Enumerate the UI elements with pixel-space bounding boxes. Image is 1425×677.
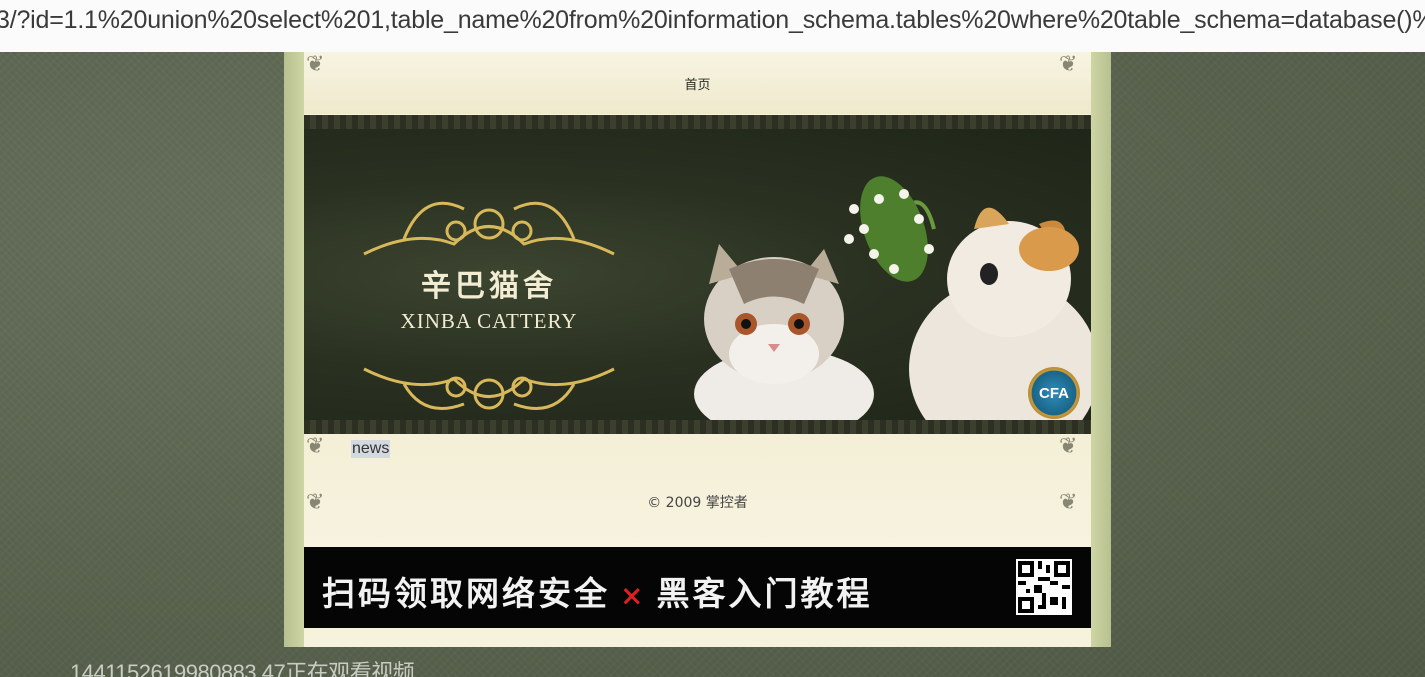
address-bar[interactable]: 3/?id=1.1%20union%20select%201,table_nam… bbox=[0, 0, 1425, 53]
cfa-badge-icon: CFA bbox=[1028, 367, 1080, 419]
nav-home-link[interactable]: 首页 bbox=[304, 74, 1091, 93]
ad-cross-icon: × bbox=[620, 579, 647, 612]
url-text[interactable]: 3/?id=1.1%20union%20select%201,table_nam… bbox=[0, 6, 1425, 35]
cattery-logo: 辛巴猫舍 XINBA CATTERY bbox=[344, 169, 634, 419]
qr-code-icon[interactable] bbox=[1016, 559, 1072, 615]
banner-border bbox=[304, 420, 1091, 434]
corner-ornament-icon: ❦ bbox=[1059, 434, 1078, 459]
ad-text-left: 扫码领取网络安全 bbox=[322, 574, 610, 613]
ad-text: 扫码领取网络安全 × 黑客入门教程 bbox=[322, 567, 872, 615]
viewer-count-overlay: 1441152619980883 47正在观看视频 bbox=[70, 660, 415, 677]
cattery-banner: 辛巴猫舍 XINBA CATTERY CFA bbox=[304, 115, 1091, 434]
ad-text-right: 黑客入门教程 bbox=[656, 574, 873, 613]
corner-ornament-icon: ❦ bbox=[306, 434, 325, 459]
tabby-cat-image bbox=[694, 244, 874, 434]
news-section: ❦ ❦ ❦ ❦ news © 2009 掌控者 bbox=[304, 434, 1091, 547]
banner-image: 辛巴猫舍 XINBA CATTERY CFA bbox=[304, 129, 1091, 434]
top-navigation: ❦ ❦ 首页 bbox=[304, 52, 1091, 114]
logo-english-title: XINBA CATTERY bbox=[400, 309, 578, 333]
news-label[interactable]: news bbox=[351, 440, 391, 458]
website-content: ❦ ❦ 首页 辛巴猫舍 XINBA CATTERY CFA ❦ ❦ ❦ ❦ ne… bbox=[304, 52, 1091, 647]
logo-chinese-title: 辛巴猫舍 bbox=[421, 269, 557, 304]
copyright-text: © 2009 掌控者 bbox=[647, 495, 748, 511]
banner-border bbox=[304, 115, 1091, 129]
website-frame: ❦ ❦ 首页 辛巴猫舍 XINBA CATTERY CFA ❦ ❦ ❦ ❦ ne… bbox=[284, 52, 1111, 647]
ad-banner[interactable]: 扫码领取网络安全 × 黑客入门教程 bbox=[304, 547, 1091, 628]
